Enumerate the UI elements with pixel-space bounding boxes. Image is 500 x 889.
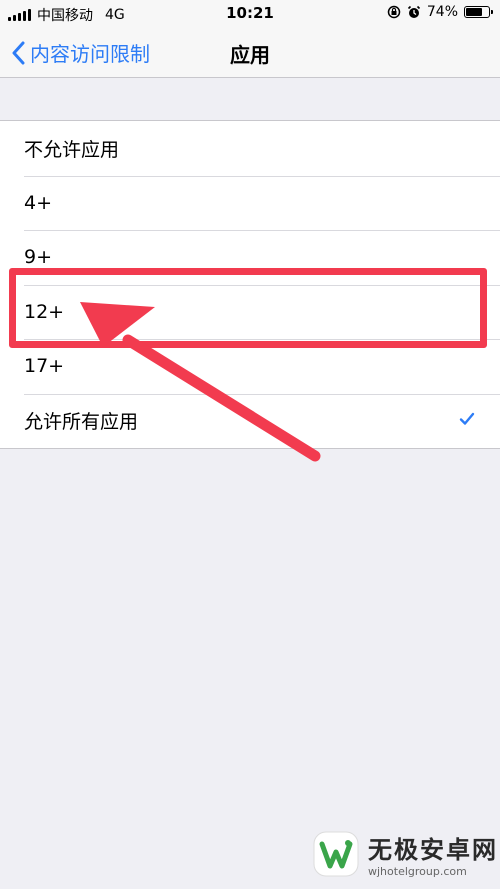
list-item-all-apps[interactable]: 允许所有应用 [0,393,500,449]
alarm-icon [407,5,420,18]
battery-icon [464,6,493,18]
list-item-no-apps[interactable]: 不允许应用 [0,121,500,176]
list-item-12plus[interactable]: 12+ [0,284,500,340]
checkmark-icon [459,412,475,425]
battery-percent: 74% [426,4,458,20]
list-item-label: 4+ [24,191,53,214]
status-right: 74% [387,4,493,20]
list-item-label: 17+ [24,355,65,378]
watermark-url: wjhotelgroup.com [368,865,467,878]
status-bar: 中国移动 4G 10:21 74% [0,0,500,28]
orientation-lock-icon [387,5,401,19]
navigation-bar: 内容访问限制 应用 [0,28,500,78]
battery-level [466,8,483,16]
list-item-label: 不允许应用 [24,138,120,161]
watermark-logo-icon [313,831,359,877]
age-rating-list: 不允许应用 4+ 9+ 12+ 17+ 允许所有应用 [0,120,500,449]
list-item-label: 9+ [24,246,53,269]
page-title: 应用 [230,43,270,67]
watermark-text: 无极安卓网 wjhotelgroup.com [368,830,498,878]
list-item-4plus[interactable]: 4+ [0,175,500,231]
list-item-label: 允许所有应用 [24,411,139,434]
watermark: 无极安卓网 wjhotelgroup.com [312,830,498,878]
watermark-title: 无极安卓网 [368,836,498,864]
list-item-9plus[interactable]: 9+ [0,230,500,285]
list-item-17plus[interactable]: 17+ [0,339,500,394]
list-item-label: 12+ [24,300,65,323]
